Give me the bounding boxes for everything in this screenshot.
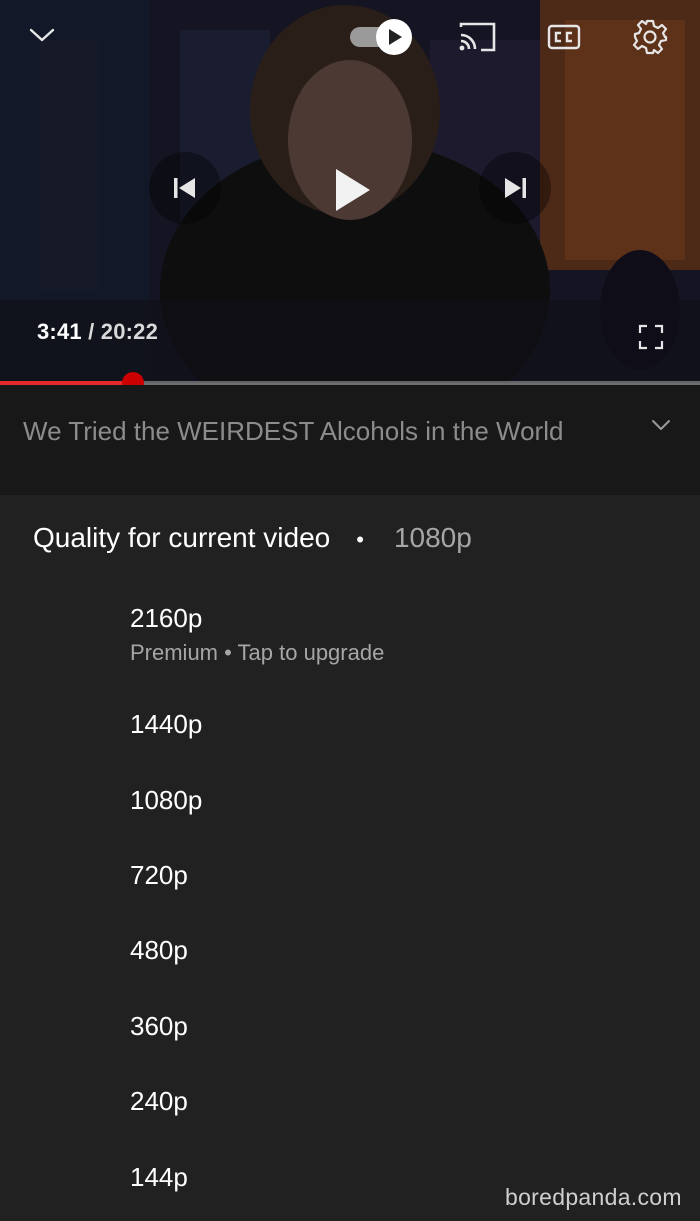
quality-bottom-sheet: Quality for current video • 1080p 2160p … [0,495,700,1221]
fullscreen-icon [638,324,664,350]
previous-video-button[interactable] [149,152,221,224]
quality-option-480p[interactable]: 480p [130,935,650,965]
next-video-button[interactable] [479,152,551,224]
quality-option-1440p[interactable]: 1440p [130,709,650,739]
watermark: boredpanda.com [505,1184,682,1210]
quality-option-720p[interactable]: 720p [130,860,650,890]
fullscreen-button[interactable] [632,320,670,354]
video-title: We Tried the WEIRDEST Alcohols in the Wo… [23,416,564,446]
quality-option-240p[interactable]: 240p [130,1086,650,1116]
quality-option-label: 1080p [130,785,203,815]
cast-icon [459,22,496,52]
collapse-button[interactable] [22,18,62,52]
premium-upgrade-note: Premium • Tap to upgrade [130,640,385,665]
time-separator: / [88,319,95,344]
closed-captions-icon [547,24,581,50]
skip-previous-icon [174,178,195,198]
gear-icon [632,19,668,55]
chevron-down-icon [29,28,55,42]
video-player[interactable]: 3:41 / 20:22 [0,0,700,383]
quality-option-label: 2160p [130,603,203,633]
quality-option-label: 720p [130,860,188,890]
header-separator-dot: • [356,527,364,552]
quality-option-label: 240p [130,1086,188,1116]
current-time: 3:41 [37,319,82,344]
quality-header-label: Quality for current video [33,522,331,553]
quality-option-label: 480p [130,935,188,965]
quality-sheet-header: Quality for current video • 1080p [33,522,472,554]
playback-time: 3:41 / 20:22 [37,319,158,345]
current-quality-value: 1080p [393,522,472,553]
quality-option-label: 360p [130,1011,188,1041]
captions-button[interactable] [543,18,585,56]
expand-description-button[interactable] [648,415,674,437]
video-title-bar[interactable]: We Tried the WEIRDEST Alcohols in the Wo… [0,385,700,495]
quality-option-1080p[interactable]: 1080p [130,785,650,815]
play-icon [336,169,370,211]
quality-option-label: 1440p [130,709,203,739]
play-button[interactable] [310,148,394,232]
chevron-down-icon [652,420,670,430]
total-duration: 20:22 [100,319,159,344]
autoplay-toggle-icon [350,19,412,55]
quality-option-360p[interactable]: 360p [130,1011,650,1041]
cast-button[interactable] [455,18,499,56]
quality-option-2160p[interactable]: 2160p Premium • Tap to upgrade [130,603,650,666]
skip-next-icon [505,178,526,198]
settings-button[interactable] [628,15,672,59]
autoplay-toggle[interactable] [348,18,414,56]
